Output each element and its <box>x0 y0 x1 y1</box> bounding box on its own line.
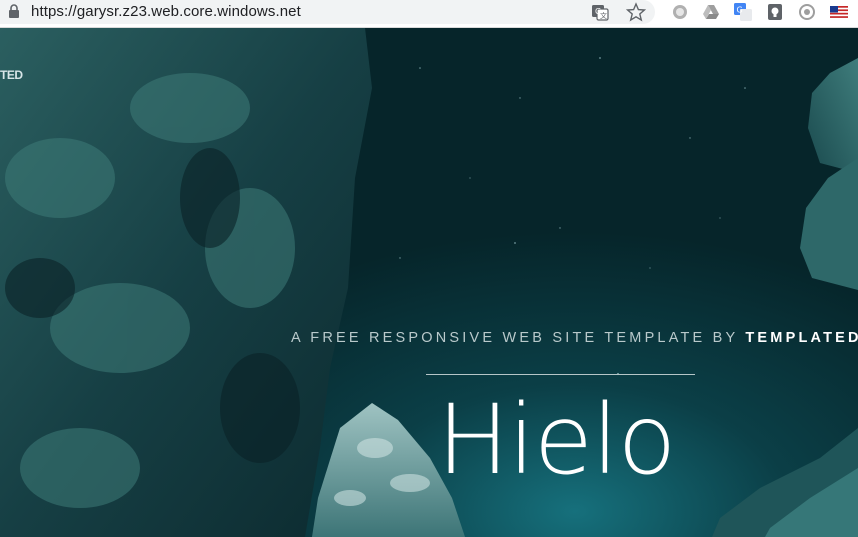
tagline-brand: TEMPLATED <box>745 330 858 346</box>
hero-banner: TED A FREE RESPONSIVE WEB SITE TEMPLATE … <box>0 28 858 537</box>
us-flag-icon[interactable] <box>830 3 848 21</box>
url-text[interactable]: https://garysr.z23.web.core.windows.net <box>31 3 301 20</box>
hero-background-image <box>0 28 858 537</box>
hero-title: Hielo <box>437 384 676 496</box>
extension-circle-icon[interactable] <box>671 3 689 21</box>
lock-icon <box>9 4 19 18</box>
address-bar[interactable]: https://garysr.z23.web.core.windows.net … <box>0 0 655 24</box>
keep-icon[interactable] <box>766 3 784 21</box>
eye-extension-icon[interactable] <box>798 3 816 21</box>
svg-text:G: G <box>737 6 743 15</box>
browser-toolbar: https://garysr.z23.web.core.windows.net … <box>0 0 858 28</box>
star-icon[interactable] <box>626 2 646 22</box>
hero-tagline: A FREE RESPONSIVE WEB SITE TEMPLATE BY T… <box>291 330 858 346</box>
site-logo-fragment[interactable]: TED <box>0 68 23 82</box>
translate-icon[interactable]: G 文 <box>590 2 610 22</box>
drive-icon[interactable] <box>702 3 720 21</box>
svg-text:文: 文 <box>600 11 607 20</box>
hero-divider <box>426 374 695 375</box>
tagline-text: A FREE RESPONSIVE WEB SITE TEMPLATE BY <box>291 330 739 346</box>
google-translate-icon[interactable]: G <box>734 3 752 21</box>
